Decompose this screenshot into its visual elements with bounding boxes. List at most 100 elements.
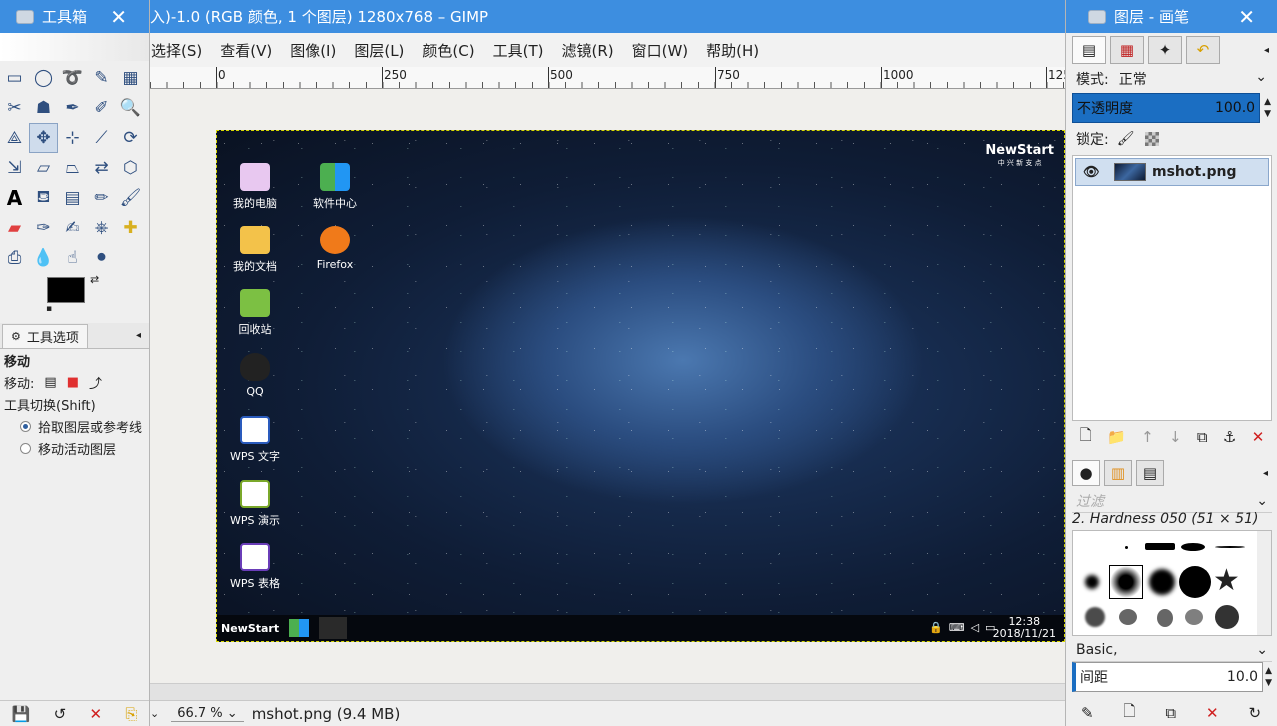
menu-tools[interactable]: 工具(T)	[484, 40, 553, 61]
measure-icon[interactable]: ⟁	[0, 123, 29, 153]
eraser-icon[interactable]: ▰	[0, 213, 29, 243]
layer-name[interactable]: mshot.png	[1152, 164, 1237, 180]
save-icon[interactable]: 💾	[12, 705, 31, 723]
move-selection-icon[interactable]: ■	[67, 375, 79, 390]
tab-patterns[interactable]: ▥	[1104, 460, 1132, 486]
horizontal-scrollbar[interactable]	[150, 683, 1065, 700]
restore-icon[interactable]: ⎘	[125, 705, 137, 723]
pencil-icon[interactable]: ✏	[87, 183, 116, 213]
tab-tool-options[interactable]: ⚙ 工具选项	[2, 323, 88, 348]
radio-move-active-dot[interactable]	[20, 442, 31, 454]
desktop-icon-documents[interactable]: 我的文档	[225, 226, 285, 274]
anchor-icon[interactable]: ⚓	[1223, 428, 1236, 446]
delete-icon[interactable]: ✕	[89, 705, 102, 723]
tab-brushes[interactable]: ●	[1072, 460, 1100, 486]
tab-gradients[interactable]: ▤	[1136, 460, 1164, 486]
shear-icon[interactable]: ▱	[29, 153, 58, 183]
brush-item[interactable]	[1119, 609, 1137, 625]
spacing-spinner[interactable]: ▲ ▼	[1265, 665, 1272, 689]
radio-pick-layer[interactable]: 拾取图层或参考线	[0, 415, 149, 437]
crop-icon[interactable]: ⟋	[87, 123, 116, 153]
clone-icon[interactable]: ⎈	[87, 213, 116, 243]
delete-layer-icon[interactable]: ✕	[1252, 428, 1265, 446]
menu-help[interactable]: 帮助(H)	[697, 40, 768, 61]
menu-image[interactable]: 图像(I)	[281, 40, 345, 61]
cage-icon[interactable]: ⬡	[116, 153, 145, 183]
tab-channels[interactable]: ▦	[1110, 36, 1144, 64]
close-icon[interactable]: ✕	[110, 7, 127, 27]
tab-undo[interactable]: ↶	[1186, 36, 1220, 64]
menu-colors[interactable]: 颜色(C)	[413, 40, 483, 61]
horizontal-ruler[interactable]: 0 250 500 750 1000 125	[150, 67, 1065, 89]
zoom-combo[interactable]: 66.7 % ⌄	[171, 706, 244, 722]
brush-item[interactable]	[1149, 569, 1175, 595]
airbrush-icon[interactable]: ✑	[29, 213, 58, 243]
layer-row[interactable]: 👁 mshot.png	[1075, 158, 1269, 186]
mode-select[interactable]: 正常 ⌄	[1119, 69, 1267, 89]
move-icon[interactable]: ✥	[29, 123, 58, 153]
default-colors-icon[interactable]: ▪	[46, 304, 52, 314]
brush-item[interactable]	[1145, 543, 1175, 550]
taskbar-start[interactable]: NewStart	[221, 622, 279, 635]
move-layer-icon[interactable]: ▤	[44, 375, 56, 390]
lasso-icon[interactable]: ➰	[58, 63, 87, 93]
desktop-icon-firefox[interactable]: Firefox	[305, 226, 365, 271]
brush-item-star[interactable]: ★	[1213, 563, 1240, 598]
brush-item[interactable]	[1215, 546, 1245, 548]
opacity-spinner[interactable]: ▲ ▼	[1264, 96, 1271, 120]
brush-item[interactable]	[1215, 605, 1239, 629]
brush-item[interactable]	[1179, 566, 1211, 598]
spacing-slider[interactable]: 间距 10.0	[1072, 662, 1264, 692]
brush-grid[interactable]: ★	[1072, 530, 1272, 636]
brush-scrollbar[interactable]	[1257, 531, 1271, 635]
color-select-icon[interactable]: ▦	[116, 63, 145, 93]
desktop-icon-trash[interactable]: 回收站	[225, 289, 285, 337]
ink-icon[interactable]: ✍	[58, 213, 87, 243]
close-icon[interactable]: ✕	[1238, 7, 1255, 27]
menu-select[interactable]: 选择(S)	[150, 40, 211, 61]
flip-icon[interactable]: ⇄	[87, 153, 116, 183]
fuzzy-select-icon[interactable]: ✎	[87, 63, 116, 93]
tab-menu-icon[interactable]: ◂	[1263, 468, 1268, 479]
layers-list[interactable]: 👁 mshot.png	[1072, 155, 1272, 421]
opacity-slider[interactable]: 不透明度 100.0	[1072, 93, 1261, 123]
brush-item[interactable]	[1157, 609, 1173, 627]
edit-brush-icon[interactable]: ✎	[1081, 704, 1094, 722]
taskbar-gimp-icon[interactable]	[319, 617, 347, 639]
paths-icon[interactable]: ✒	[58, 93, 87, 123]
duplicate-brush-icon[interactable]: ⧉	[1165, 704, 1176, 722]
perspective-icon[interactable]: ⏢	[58, 153, 87, 183]
brush-item[interactable]	[1185, 609, 1203, 625]
fg-bg-colors[interactable]: ⇄ ▪	[0, 273, 149, 323]
ellipse-select-icon[interactable]: ◯	[29, 63, 58, 93]
new-layer-icon[interactable]: 🗋	[1080, 425, 1092, 450]
desktop-icon-computer[interactable]: 我的电脑	[225, 163, 285, 211]
refresh-brushes-icon[interactable]: ↻	[1248, 704, 1261, 722]
desktop-icon-wps-writer[interactable]: WPS 文字	[225, 416, 285, 464]
preset-row[interactable]: Basic, ⌄	[1072, 638, 1272, 662]
duplicate-layer-icon[interactable]: ⧉	[1197, 428, 1208, 446]
desktop-icon-wps-spreadsheet[interactable]: WPS 表格	[225, 543, 285, 591]
menu-view[interactable]: 查看(V)	[211, 40, 281, 61]
brush-item[interactable]	[1085, 607, 1105, 627]
swap-colors-icon[interactable]: ⇄	[90, 273, 99, 286]
foreground-color-swatch[interactable]	[47, 277, 85, 303]
rotate-icon[interactable]: ⟳	[116, 123, 145, 153]
smudge-icon[interactable]: ☝	[58, 243, 87, 273]
delete-brush-icon[interactable]: ✕	[1206, 704, 1219, 722]
radio-move-active[interactable]: 移动活动图层	[0, 437, 149, 459]
lock-alpha-icon[interactable]	[1144, 132, 1159, 146]
paintbrush-icon[interactable]: 🖌	[116, 183, 145, 213]
brush-filter[interactable]: 过滤 ⌄	[1072, 489, 1272, 513]
radio-pick-layer-dot[interactable]	[20, 420, 31, 432]
dodge-burn-icon[interactable]: ⚫	[87, 243, 116, 273]
brush-item[interactable]	[1125, 546, 1128, 549]
brush-item[interactable]	[1181, 543, 1205, 551]
bucket-fill-icon[interactable]: ⛾	[29, 183, 58, 213]
brush-item-selected[interactable]	[1109, 565, 1143, 599]
menu-layer[interactable]: 图层(L)	[345, 40, 413, 61]
taskbar-app-icon[interactable]	[289, 619, 309, 637]
tab-menu-icon[interactable]: ◂	[1264, 45, 1269, 56]
tab-paths[interactable]: ✦	[1148, 36, 1182, 64]
scale-icon[interactable]: ⇲	[0, 153, 29, 183]
